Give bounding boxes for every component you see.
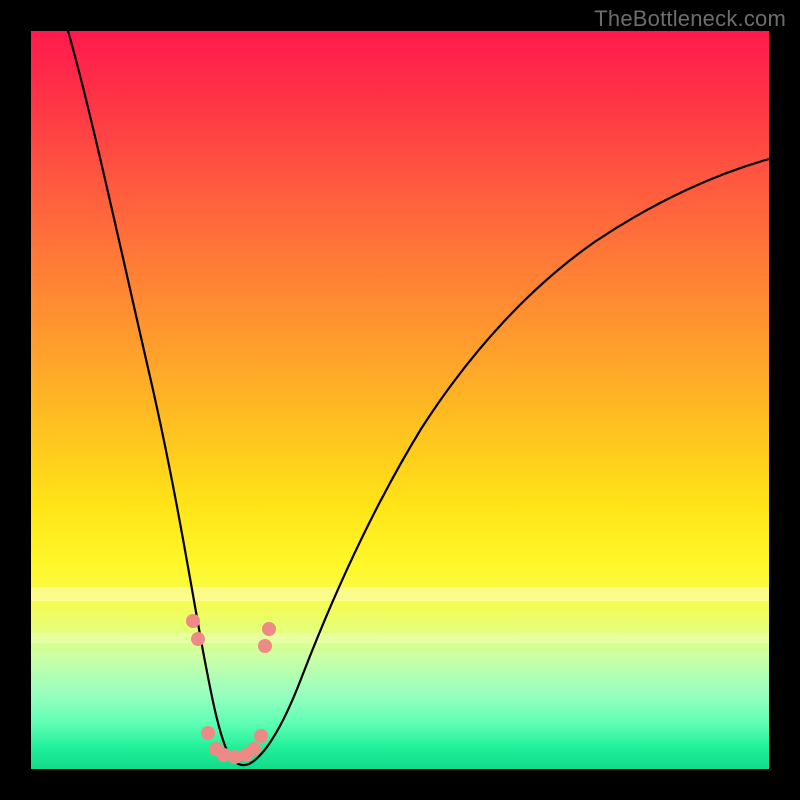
marker-dot — [254, 729, 268, 743]
curve-svg — [31, 31, 769, 769]
chart-frame: TheBottleneck.com — [0, 0, 800, 800]
marker-dot — [247, 742, 261, 756]
watermark-text: TheBottleneck.com — [594, 6, 786, 32]
marker-dot — [186, 614, 200, 628]
bottleneck-curve-path — [68, 31, 769, 765]
marker-dot — [262, 622, 276, 636]
marker-dot — [201, 726, 215, 740]
marker-group — [186, 614, 276, 764]
plot-area — [31, 31, 769, 769]
marker-dot — [258, 639, 272, 653]
marker-dot — [191, 632, 205, 646]
